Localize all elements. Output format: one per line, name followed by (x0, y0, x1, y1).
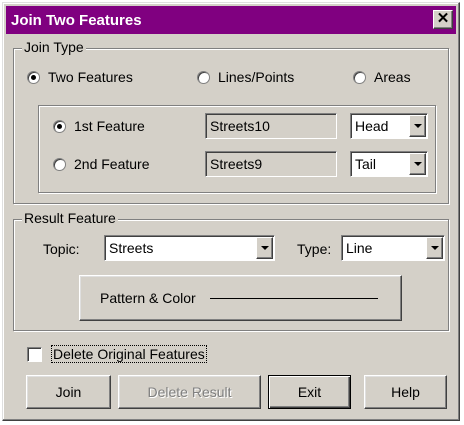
first-end-select[interactable]: Head (350, 113, 428, 139)
radio-label: 2nd Feature (74, 156, 150, 172)
radio-first-feature[interactable]: 1st Feature (53, 118, 145, 134)
type-label: Type: (297, 241, 332, 257)
radio-icon[interactable] (197, 70, 210, 84)
join-type-legend: Join Type (22, 39, 86, 55)
close-button[interactable]: ✕ (433, 10, 453, 29)
line-sample-icon (209, 297, 378, 299)
first-feature-value: Streets10 (210, 118, 270, 134)
join-label: Join (55, 384, 82, 400)
result-feature-group: Result Feature Topic: Streets Type: Line… (13, 210, 449, 331)
chevron-down-icon[interactable] (409, 153, 426, 175)
feature-select-box: 1st Feature Streets10 Head 2nd Feature S… (38, 105, 436, 193)
dialog-window: Join Two Features ✕ Join Type Two Featur… (2, 2, 460, 421)
join-type-group: Join Type Two Features Lines/Points Area… (13, 39, 449, 204)
topic-label: Topic: (43, 241, 80, 257)
delete-result-button[interactable]: Delete Result (118, 375, 261, 409)
radio-icon[interactable] (353, 70, 366, 84)
chevron-down-icon[interactable] (409, 115, 426, 137)
radio-second-feature[interactable]: 2nd Feature (53, 156, 150, 172)
exit-label: Exit (297, 384, 322, 400)
chevron-down-icon[interactable] (256, 237, 273, 259)
pattern-color-button[interactable]: Pattern & Color (79, 275, 402, 321)
delete-original-checkbox[interactable] (27, 347, 42, 362)
window-title: Join Two Features (11, 11, 142, 29)
radio-two-features[interactable]: Two Features (27, 69, 133, 85)
delete-original-label[interactable]: Delete Original Features (51, 345, 207, 363)
result-feature-legend: Result Feature (22, 210, 118, 226)
radio-icon[interactable] (53, 157, 66, 171)
type-value: Line (346, 240, 373, 256)
join-button[interactable]: Join (26, 375, 111, 409)
help-label: Help (391, 384, 420, 400)
pattern-color-label: Pattern & Color (100, 290, 196, 306)
delete-result-label: Delete Result (147, 384, 232, 400)
first-end-value: Head (355, 118, 389, 134)
radio-label: 1st Feature (74, 118, 145, 134)
radio-label: Areas (374, 69, 411, 85)
title-bar[interactable]: Join Two Features ✕ (6, 6, 456, 34)
radio-areas[interactable]: Areas (353, 69, 411, 85)
exit-button[interactable]: Exit (268, 375, 351, 409)
radio-lines-points[interactable]: Lines/Points (197, 69, 294, 85)
second-end-select[interactable]: Tail (350, 151, 428, 177)
topic-value: Streets (109, 240, 154, 256)
radio-icon[interactable] (27, 70, 40, 84)
second-feature-value: Streets9 (210, 156, 263, 172)
radio-icon[interactable] (53, 119, 66, 133)
radio-label: Lines/Points (218, 69, 295, 85)
first-feature-field: Streets10 (205, 113, 337, 139)
type-select[interactable]: Line (341, 235, 445, 261)
radio-label: Two Features (48, 69, 133, 85)
second-feature-field: Streets9 (205, 151, 337, 177)
close-icon: ✕ (436, 10, 450, 27)
second-end-value: Tail (355, 156, 377, 172)
help-button[interactable]: Help (364, 375, 447, 409)
topic-select[interactable]: Streets (104, 235, 275, 261)
chevron-down-icon[interactable] (426, 237, 443, 259)
